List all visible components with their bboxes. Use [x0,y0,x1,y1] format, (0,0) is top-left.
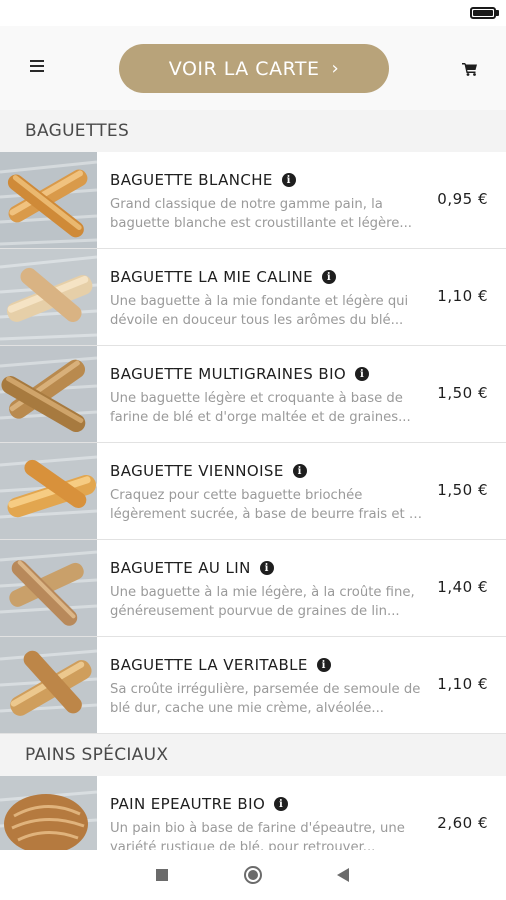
product-description: Une baguette légère et croquante à base … [110,391,411,425]
system-nav-bar [0,850,506,900]
product-price: 1,10 € [437,287,488,305]
section-title-pains-speciaux: PAINS SPÉCIAUX [0,734,506,776]
status-bar [0,0,506,26]
product-image [0,540,97,636]
product-image [0,637,97,733]
product-description: Sa croûte irrégulière, parsemée de semou… [110,682,421,716]
product-price: 2,60 € [437,814,488,832]
product-price: 1,10 € [437,675,488,693]
info-icon[interactable]: i [355,367,370,381]
info-icon[interactable]: i [322,270,337,284]
cta-label: VOIR LA CARTE [168,57,320,80]
info-icon[interactable]: i [259,561,274,575]
product-image [0,346,97,442]
product-image [0,249,97,345]
product-description: Une baguette à la mie légère, à la croût… [110,585,415,619]
battery-tip [496,10,499,16]
product-description: Craquez pour cette baguette briochée lég… [110,488,426,522]
hamburger-menu-icon[interactable] [30,60,44,72]
product-price: 0,95 € [437,190,488,208]
product-name: PAIN EPEAUTRE BIO i [110,795,289,813]
info-icon[interactable]: i [274,797,289,811]
product-description: Grand classique de notre gamme pain, la … [110,197,412,231]
product-description: Une baguette à la mie fondante et légère… [110,294,409,328]
product-name-text: BAGUETTE BLANCHE [110,171,273,189]
home-button[interactable] [228,850,278,900]
info-icon[interactable]: i [292,464,307,478]
product-image [0,443,97,539]
product-price: 1,50 € [437,481,488,499]
product-name: BAGUETTE VIENNOISE i [110,462,307,480]
product-name-text: BAGUETTE VIENNOISE [110,462,284,480]
app-header: VOIR LA CARTE › [0,26,506,110]
menu-list[interactable]: BAGUETTES BAGUETTE BLANCHE i Grand classi… [0,110,506,850]
product-name: BAGUETTE LA VERITABLE i [110,656,331,674]
product-row[interactable]: BAGUETTE MULTIGRAINES BIO i Une baguette … [0,346,506,443]
product-name: BAGUETTE LA MIE CALINE i [110,268,337,286]
triangle-back-icon [337,868,349,882]
info-icon[interactable]: i [316,658,331,672]
cart-icon[interactable] [462,62,478,76]
product-name-text: BAGUETTE MULTIGRAINES BIO [110,365,347,383]
back-button[interactable] [318,850,368,900]
section-title-baguettes: BAGUETTES [0,110,506,152]
product-name-text: PAIN EPEAUTRE BIO [110,795,266,813]
battery-icon [470,7,496,19]
info-icon[interactable]: i [281,173,296,187]
product-row[interactable]: BAGUETTE BLANCHE i Grand classique de not… [0,152,506,249]
product-name: BAGUETTE MULTIGRAINES BIO i [110,365,370,383]
product-description: Un pain bio à base de farine d'épeautre,… [110,821,405,850]
product-image [0,152,97,248]
chevron-right-icon: › [331,58,340,79]
product-price: 1,50 € [437,384,488,402]
product-row[interactable]: BAGUETTE LA VERITABLE i Sa croûte irrégul… [0,637,506,734]
product-row[interactable]: BAGUETTE VIENNOISE i Craquez pour cette b… [0,443,506,540]
product-name: BAGUETTE AU LIN i [110,559,274,577]
product-name-text: BAGUETTE LA MIE CALINE [110,268,314,286]
square-recents-icon [156,869,168,881]
product-row[interactable]: BAGUETTE LA MIE CALINE i Une baguette à l… [0,249,506,346]
product-row[interactable]: BAGUETTE AU LIN i Une baguette à la mie l… [0,540,506,637]
product-name-text: BAGUETTE AU LIN [110,559,251,577]
product-row[interactable]: PAIN EPEAUTRE BIO i Un pain bio à base de… [0,776,506,850]
recents-button[interactable] [137,850,187,900]
product-price: 1,40 € [437,578,488,596]
product-image [0,776,97,850]
circle-home-icon [244,866,262,884]
product-name-text: BAGUETTE LA VERITABLE [110,656,308,674]
product-name: BAGUETTE BLANCHE i [110,171,296,189]
voir-la-carte-button[interactable]: VOIR LA CARTE › [119,44,389,93]
